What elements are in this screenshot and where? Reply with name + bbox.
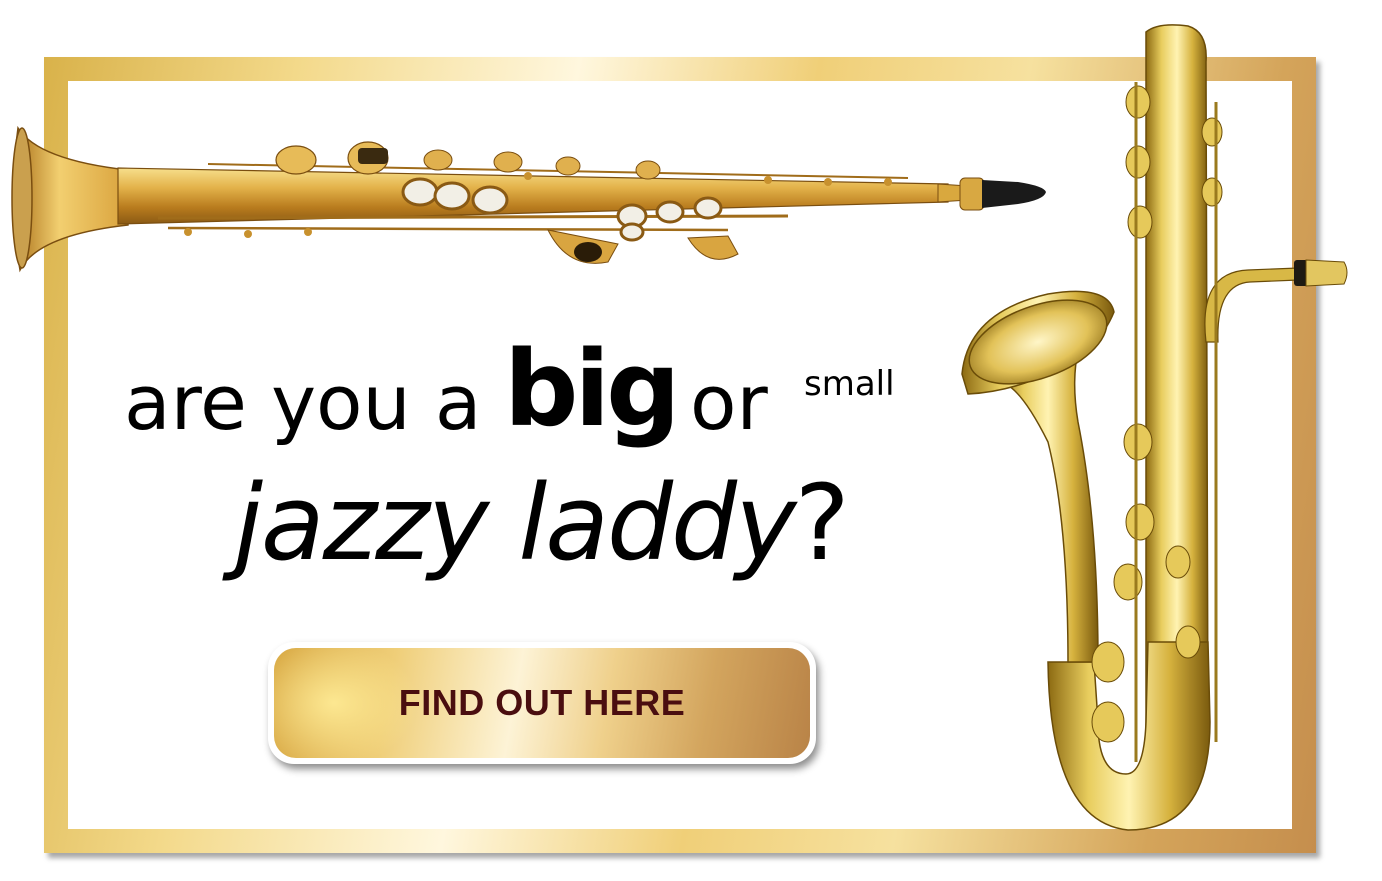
find-out-button-label: FIND OUT HERE (398, 682, 686, 723)
headline-are-you-a: are you a (124, 358, 482, 447)
soprano-saxophone-image (11, 125, 1046, 273)
find-out-button[interactable]: FIND OUT HERE (268, 642, 816, 764)
find-out-button-face[interactable]: FIND OUT HERE (274, 648, 810, 758)
headline-big: big (504, 328, 681, 450)
bass-saxophone-image (961, 24, 1348, 831)
banner: are you a big or small jazzy laddy? FIND… (0, 0, 1382, 881)
headline-jazzy-laddy: jazzy laddy (234, 462, 797, 584)
headline-question-mark: ? (794, 462, 850, 584)
headline-small: small (804, 364, 895, 404)
headline-or: or (690, 358, 768, 447)
headline-line-2: jazzy laddy? (234, 462, 850, 584)
